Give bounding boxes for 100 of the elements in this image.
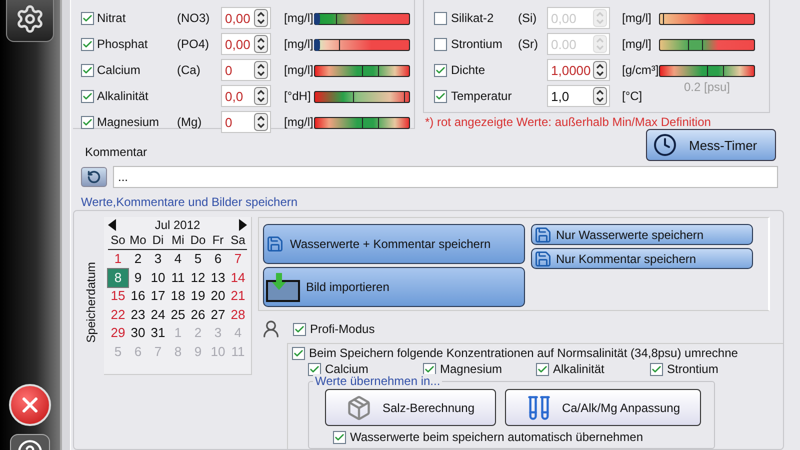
calendar-day[interactable]: 5 — [188, 250, 208, 268]
checkmark-icon — [293, 348, 304, 358]
checkbox[interactable] — [536, 362, 549, 376]
calendar-day[interactable]: 24 — [148, 306, 168, 324]
checkmark-icon — [82, 12, 93, 24]
parameter-label: Phosphat — [97, 37, 149, 51]
spinner-button[interactable] — [254, 35, 268, 53]
previous-month-icon[interactable] — [108, 219, 116, 231]
calendar-day[interactable]: 12 — [188, 268, 208, 287]
value-field[interactable]: 0 — [221, 111, 271, 133]
transfer-button[interactable]: Ca/Alk/Mg Anpassung — [505, 389, 701, 426]
checkbox[interactable] — [434, 90, 447, 102]
checkbox[interactable] — [293, 322, 306, 336]
value-field[interactable]: 1,0000 — [547, 59, 610, 81]
calendar-day[interactable]: 1 — [108, 250, 128, 268]
calendar-day[interactable]: 4 — [168, 250, 188, 268]
value-field[interactable]: 0 — [221, 59, 271, 81]
spinner-button[interactable] — [593, 87, 607, 105]
weekday-label: Do — [189, 233, 207, 249]
calendar-day[interactable]: 7 — [228, 250, 248, 268]
comment-field[interactable]: ... — [113, 166, 778, 188]
formula-label: (Mg) — [177, 115, 202, 129]
calendar-day[interactable]: 22 — [108, 306, 128, 324]
calendar-day[interactable]: 2 — [128, 250, 148, 268]
spinner-button[interactable] — [254, 61, 268, 79]
import-button[interactable]: Bild importieren — [263, 267, 525, 307]
range-note: *) rot angezeigte Werte: außerhalb Min/Max Definition — [425, 115, 712, 129]
value-field[interactable]: 0,00 — [221, 7, 271, 29]
calendar-day[interactable]: 20 — [208, 287, 228, 306]
group-title: Werte übernehmen in... — [313, 374, 442, 388]
checkbox[interactable] — [81, 12, 94, 24]
save-button[interactable]: Nur Kommentar speichern — [531, 248, 753, 269]
checkmark-icon — [82, 38, 93, 50]
calendar-day[interactable]: 18 — [168, 287, 188, 306]
calendar-day[interactable]: 29 — [108, 324, 128, 342]
checkbox[interactable] — [81, 116, 94, 128]
weekday-label: Mo — [128, 233, 148, 249]
calendar-day[interactable]: 8 — [108, 268, 128, 287]
salinity-note: 0.2 [psu] — [684, 80, 730, 94]
calendar-day[interactable]: 28 — [228, 306, 248, 324]
calendar-day[interactable]: 30 — [128, 324, 148, 342]
checkbox[interactable] — [81, 90, 94, 102]
calendar-day[interactable]: 21 — [228, 287, 248, 306]
checkbox[interactable] — [423, 362, 436, 376]
calendar-day[interactable]: 3 — [148, 250, 168, 268]
calendar[interactable]: Jul 2012 So Mo Di Mi Do Fr Sa 1 2 3 4 5 6 7 8 9 10 11 12 13 14 15 16 17 18 19 20 21 22 23 24 25 26 27 28 29 30 31 1 2 3 4 5 6 7 8 9 10 11 — [104, 217, 252, 375]
parameter-label: Alkalinität — [97, 89, 150, 103]
calendar-day[interactable]: 13 — [208, 268, 228, 287]
calendar-day[interactable]: 19 — [188, 287, 208, 306]
save-button[interactable]: Wasserwerte + Kommentar speichern — [263, 224, 525, 264]
calendar-day[interactable]: 23 — [128, 306, 148, 324]
calendar-day[interactable]: 9 — [128, 268, 148, 287]
checkbox[interactable] — [81, 64, 94, 76]
calendar-day[interactable]: 25 — [168, 306, 188, 324]
checkbox[interactable] — [434, 64, 447, 76]
calendar-day[interactable]: 6 — [208, 250, 228, 268]
value-field[interactable]: 0,0 — [221, 85, 271, 107]
save-button[interactable]: Nur Wasserwerte speichern — [531, 224, 753, 245]
checkmark-icon — [334, 432, 345, 442]
checkbox[interactable] — [292, 346, 305, 360]
unit-label: [mg/l] — [284, 37, 314, 51]
timer-button[interactable]: Mess-Timer — [646, 129, 776, 161]
date-label: Speicherdatum — [84, 262, 98, 343]
checkbox[interactable] — [333, 430, 346, 444]
close-button[interactable] — [9, 384, 51, 426]
calendar-day[interactable]: 11 — [168, 268, 188, 287]
checkbox[interactable] — [81, 38, 94, 50]
calendar-day[interactable]: 31 — [148, 324, 168, 342]
value-field[interactable]: 0,00 — [221, 33, 271, 55]
spinner-button[interactable] — [254, 87, 268, 105]
calendar-day[interactable]: 15 — [108, 287, 128, 306]
undo-button[interactable] — [81, 167, 107, 187]
formula-label: (PO4) — [177, 37, 210, 51]
settings-button[interactable] — [6, 0, 54, 42]
calendar-day[interactable]: 14 — [228, 268, 248, 287]
unit-label: [mg/l] — [284, 115, 314, 129]
parameter-label: Silikat-2 — [451, 11, 495, 25]
formula-label: (Ca) — [177, 63, 200, 77]
checkbox[interactable] — [434, 38, 447, 50]
checkbox-label: Profi-Modus — [310, 322, 375, 336]
calendar-day[interactable]: 17 — [148, 287, 168, 306]
checkbox[interactable] — [434, 12, 447, 24]
checkmark-icon — [82, 116, 93, 128]
checkbox[interactable] — [308, 362, 321, 376]
spinner-button[interactable] — [593, 61, 607, 79]
calendar-day[interactable]: 16 — [128, 287, 148, 306]
next-month-icon[interactable] — [239, 219, 247, 231]
checkmark-icon — [82, 90, 93, 102]
spinner-button[interactable] — [254, 113, 268, 131]
transfer-button[interactable]: Salz-Berechnung — [325, 389, 496, 426]
checkbox-label: Calcium — [325, 362, 368, 376]
checkmark-icon — [309, 364, 320, 374]
spinner-button[interactable] — [254, 9, 268, 27]
value-field[interactable]: 1,0 — [547, 85, 610, 107]
calendar-day[interactable]: 26 — [188, 306, 208, 324]
checkbox[interactable] — [650, 362, 663, 376]
calendar-day[interactable]: 27 — [208, 306, 228, 324]
calendar-day[interactable]: 10 — [148, 268, 168, 287]
checkmark-icon — [294, 324, 305, 334]
formula-label: (NO3) — [177, 11, 210, 25]
